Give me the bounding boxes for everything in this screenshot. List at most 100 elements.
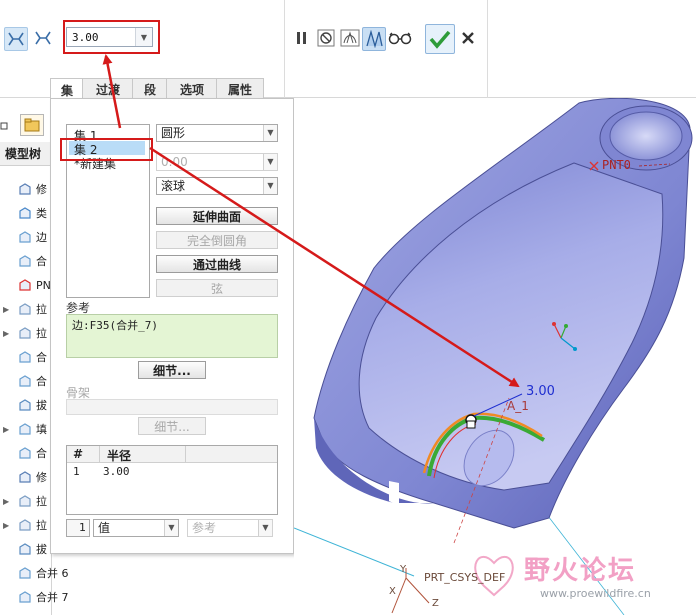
- annotation-highlight-box: [60, 138, 153, 161]
- chevron-down-icon[interactable]: ▼: [263, 178, 277, 194]
- table-cell-radius[interactable]: 3.00: [103, 465, 130, 478]
- tree-item[interactable]: 拔: [0, 394, 52, 416]
- tree-item[interactable]: ▶ 拉: [0, 298, 52, 320]
- folder-icon[interactable]: [20, 114, 44, 136]
- model-tree-panel: 模型树 修类边合 PN ▶ 拉 ▶ 拉合合拔 ▶ 填合修 ▶ 拉 ▶ 拉拔合并 6 合并 7: [0, 98, 69, 615]
- tree-item-label: 类: [36, 207, 47, 220]
- full-round-button: 完全倒圆角: [156, 231, 278, 249]
- extend-surface-button[interactable]: 延伸曲面: [156, 207, 278, 225]
- tree-item[interactable]: ▶ 拉: [0, 322, 52, 344]
- feature-icon: [18, 254, 32, 268]
- graphics-viewport[interactable]: PNT0 3.00 A_1 PRT_CSYS_DEF Y X Z 野火论坛 ww…: [294, 98, 696, 615]
- value-type-select[interactable]: 值 ▼: [93, 519, 179, 537]
- tree-settings-icon[interactable]: [0, 118, 10, 134]
- tree-item[interactable]: 合并 6: [0, 562, 69, 584]
- skeleton-collector: [66, 399, 278, 415]
- confirm-check-icon[interactable]: [425, 24, 455, 54]
- pause-icon[interactable]: [291, 27, 313, 49]
- tree-item[interactable]: PN: [0, 274, 52, 296]
- tree-item[interactable]: 合: [0, 346, 52, 368]
- mesh-icon[interactable]: [362, 27, 386, 51]
- expand-arrow-icon[interactable]: ▶: [3, 425, 9, 434]
- cross-section-icon[interactable]: [4, 27, 28, 51]
- tree-item[interactable]: 修: [0, 466, 52, 488]
- reference-edge-value: 边:F35(合并_7): [72, 319, 158, 332]
- shape-select[interactable]: 圆形 ▼: [156, 124, 278, 142]
- feature-icon: [18, 326, 32, 340]
- tree-item[interactable]: ▶ 填: [0, 418, 52, 440]
- tree-item[interactable]: 边: [0, 226, 52, 248]
- method-select-value: 滚球: [161, 179, 186, 193]
- preview-geometry-icon[interactable]: [339, 27, 361, 49]
- feature-icon: [18, 398, 32, 412]
- radius-table-header: # 半径: [67, 446, 277, 463]
- datum-axis-label: A_1: [507, 399, 529, 413]
- chevron-down-icon[interactable]: ▼: [263, 125, 277, 141]
- annotation-highlight-box: [63, 20, 160, 54]
- tab-options[interactable]: 选项: [166, 78, 218, 100]
- feature-icon: [18, 518, 32, 532]
- column-divider: [185, 446, 186, 463]
- tree-item[interactable]: ▶ 拉: [0, 514, 52, 536]
- through-curve-button[interactable]: 通过曲线: [156, 255, 278, 273]
- tree-item-label: 合: [36, 255, 47, 268]
- handle-marker-icon[interactable]: [466, 420, 476, 429]
- tree-item-label: 拔: [36, 399, 47, 412]
- tree-item-label: 拔: [36, 543, 47, 556]
- references-collector[interactable]: 边:F35(合并_7): [66, 314, 278, 358]
- feature-icon: [18, 206, 32, 220]
- tree-item-label: 边: [36, 231, 47, 244]
- tree-item[interactable]: 拔: [0, 538, 52, 560]
- cancel-x-icon[interactable]: [457, 27, 479, 49]
- tree-item[interactable]: 合: [0, 250, 52, 272]
- value-select-value: 0.00: [161, 155, 188, 169]
- expand-arrow-icon[interactable]: ▶: [3, 305, 9, 314]
- tree-item[interactable]: ▶ 拉: [0, 490, 52, 512]
- chevron-down-icon: ▼: [258, 520, 272, 536]
- stop-preview-icon[interactable]: [315, 27, 337, 49]
- table-header-index: #: [73, 447, 84, 461]
- feature-icon: [18, 230, 32, 244]
- tree-item[interactable]: 合: [0, 370, 52, 392]
- tree-item-label: 拉: [36, 519, 47, 532]
- glasses-icon[interactable]: [387, 27, 413, 49]
- expand-arrow-icon[interactable]: ▶: [3, 329, 9, 338]
- reference-details-button[interactable]: 细节...: [138, 361, 206, 379]
- model-slot: [389, 481, 399, 506]
- tree-item-label: 填: [36, 423, 47, 436]
- radius-dimension-label[interactable]: 3.00: [526, 384, 555, 399]
- tree-item-label: 拉: [36, 495, 47, 508]
- radius-table[interactable]: # 半径 1 3.00: [66, 445, 278, 515]
- method-select[interactable]: 滚球 ▼: [156, 177, 278, 195]
- cross-section-alt-icon[interactable]: [32, 27, 54, 49]
- chevron-down-icon[interactable]: ▼: [164, 520, 178, 536]
- tree-item-label: 合: [36, 351, 47, 364]
- datum-point-label: PNT0: [602, 158, 631, 172]
- value-type-value: 值: [98, 521, 111, 535]
- chord-button: 弦: [156, 279, 278, 297]
- feature-icon: [18, 182, 32, 196]
- point-index-field[interactable]: 1: [66, 519, 90, 537]
- csys-axis-label-z: Z: [432, 598, 439, 609]
- table-header-radius: 半径: [107, 449, 132, 463]
- datum-line: [294, 527, 415, 577]
- tree-item-label: 合并 6: [36, 567, 69, 580]
- tree-item[interactable]: 合: [0, 442, 52, 464]
- expand-arrow-icon[interactable]: ▶: [3, 521, 9, 530]
- tab-segments[interactable]: 段: [132, 78, 168, 100]
- feature-icon: [18, 374, 32, 388]
- tree-toolbar: [0, 112, 52, 142]
- tab-properties[interactable]: 属性: [216, 78, 264, 100]
- tree-item-label: 合: [36, 447, 47, 460]
- table-row[interactable]: 1 3.00: [67, 464, 277, 479]
- tree-item[interactable]: 合并 7: [0, 586, 69, 608]
- model-boss-hole: [609, 111, 683, 161]
- expand-arrow-icon[interactable]: ▶: [3, 497, 9, 506]
- tree-item[interactable]: 修: [0, 178, 52, 200]
- csys-axis-label-x: X: [389, 586, 396, 597]
- model-tree-tab[interactable]: 模型树: [0, 142, 52, 166]
- tree-item[interactable]: 类: [0, 202, 52, 224]
- model-canvas[interactable]: [294, 98, 696, 615]
- tab-transitions[interactable]: 过渡: [82, 78, 134, 100]
- feature-icon: [18, 494, 32, 508]
